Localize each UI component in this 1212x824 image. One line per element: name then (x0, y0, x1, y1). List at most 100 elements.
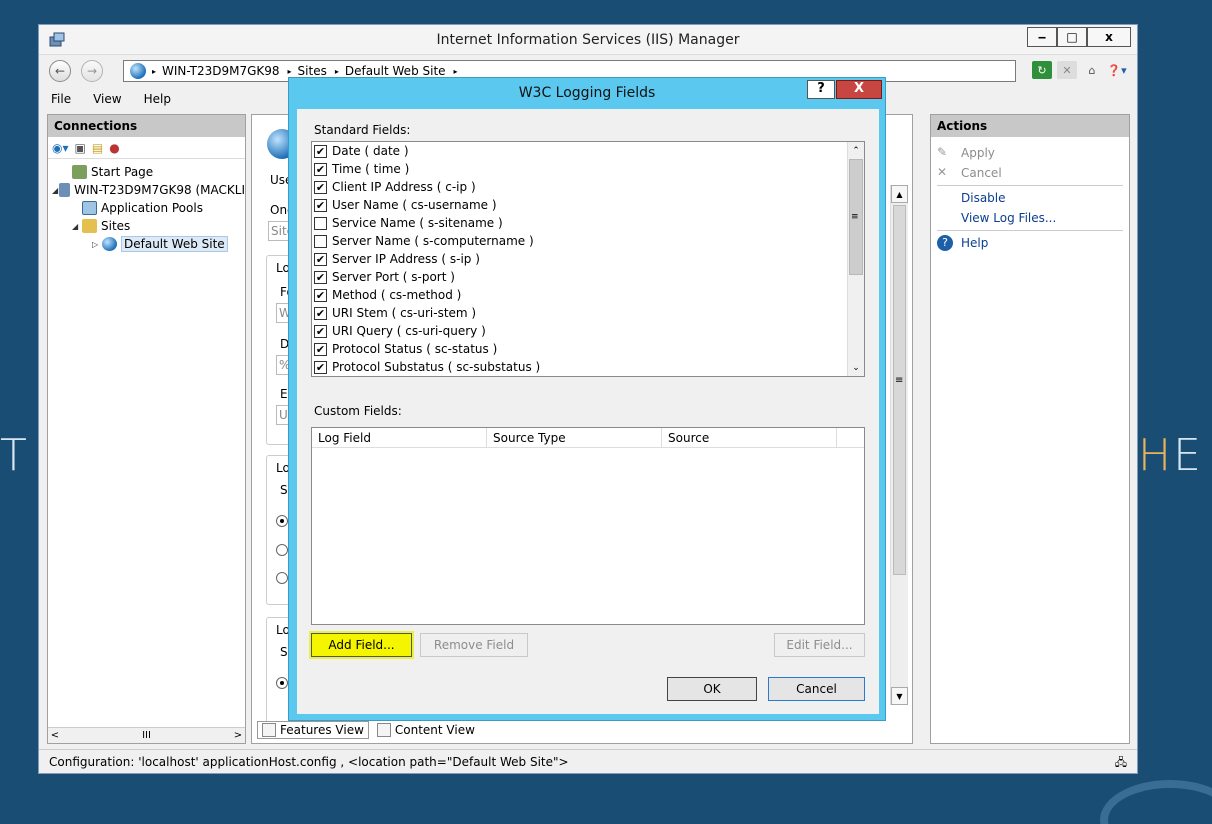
action-apply[interactable]: ✎ Apply (931, 143, 1129, 163)
standard-field-row[interactable]: ✔ Server Port ( s-port ) (312, 268, 864, 286)
fields-vscrollbar[interactable]: ⌃ ≡ ⌄ (847, 142, 864, 376)
collapse-toggle-icon[interactable]: ◢ (72, 222, 82, 231)
field-checkbox[interactable]: ✔ (314, 270, 327, 284)
connections-header: Connections (48, 115, 245, 137)
tree-item-start-page[interactable]: Start Page (48, 163, 245, 181)
tab-label: Features View (280, 723, 364, 737)
tree-item-server[interactable]: ◢ WIN-T23D9M7GK98 (MACKLI (48, 181, 245, 199)
home-icon[interactable]: ⌂ (1082, 61, 1102, 79)
breadcrumb-sites[interactable]: Sites (298, 64, 327, 78)
scroll-thumb[interactable]: III (142, 730, 151, 741)
standard-field-row[interactable]: ✔ Time ( time ) (312, 160, 864, 178)
window-title: Internet Information Services (IIS) Mana… (436, 32, 740, 48)
menu-file[interactable]: File (39, 89, 81, 111)
window-titlebar[interactable]: Internet Information Services (IIS) Mana… (39, 25, 1137, 55)
connections-hscrollbar[interactable]: < III > (48, 727, 245, 743)
disconnect-icon[interactable]: ● (109, 141, 119, 155)
expand-toggle-icon[interactable]: ▷ (92, 240, 102, 249)
ok-button[interactable]: OK (667, 677, 757, 701)
remove-field-button[interactable]: Remove Field (420, 633, 528, 657)
scroll-down-icon[interactable]: ▼ (891, 687, 908, 705)
field-checkbox[interactable] (314, 216, 327, 230)
tab-content-view[interactable]: Content View (373, 721, 479, 739)
field-checkbox[interactable] (314, 234, 327, 248)
standard-field-row[interactable]: Server Name ( s-computername ) (312, 232, 864, 250)
standard-field-row[interactable]: ✔ URI Query ( cs-uri-query ) (312, 322, 864, 340)
scroll-left-icon[interactable]: < (48, 730, 62, 741)
help-dropdown-icon[interactable]: ❓▾ (1107, 61, 1127, 79)
standard-field-row[interactable]: ✔ URI Stem ( cs-uri-stem ) (312, 304, 864, 322)
field-checkbox[interactable]: ✔ (314, 360, 327, 374)
sites-folder-icon (82, 219, 97, 233)
save-icon[interactable]: ▣ (75, 141, 86, 155)
dialog-help-button[interactable]: ? (807, 80, 835, 99)
dialog-titlebar[interactable]: W3C Logging Fields ? X (289, 78, 885, 108)
action-help[interactable]: ? Help (931, 233, 1129, 253)
field-checkbox[interactable]: ✔ (314, 180, 327, 194)
menu-view[interactable]: View (81, 89, 131, 111)
action-view-log-files[interactable]: View Log Files... (931, 208, 1129, 228)
field-checkbox[interactable]: ✔ (314, 288, 327, 302)
view-tabs: Features View Content View (257, 721, 479, 739)
stop-icon[interactable]: ✕ (1057, 61, 1077, 79)
no-rollover-radio[interactable] (276, 572, 288, 584)
breadcrumb-server[interactable]: WIN-T23D9M7GK98 (162, 64, 280, 78)
minimize-button[interactable]: ‒ (1027, 27, 1057, 47)
maximize-button[interactable]: □ (1057, 27, 1087, 47)
scroll-right-icon[interactable]: > (231, 730, 245, 741)
standard-field-row[interactable]: ✔ Method ( cs-method ) (312, 286, 864, 304)
scroll-up-icon[interactable]: ⌃ (848, 142, 864, 159)
log-file-only-radio[interactable] (276, 677, 288, 689)
column-header-source-type[interactable]: Source Type (487, 428, 662, 447)
tab-features-view[interactable]: Features View (257, 721, 369, 739)
feature-vscrollbar[interactable]: ▲ ≡ ▼ (890, 185, 908, 705)
max-size-radio[interactable] (276, 544, 288, 556)
field-checkbox[interactable]: ✔ (314, 306, 327, 320)
collapse-toggle-icon[interactable]: ◢ (52, 186, 59, 195)
start-page-icon (72, 165, 87, 179)
field-checkbox[interactable]: ✔ (314, 144, 327, 158)
field-checkbox[interactable]: ✔ (314, 324, 327, 338)
dialog-close-button[interactable]: X (836, 80, 882, 99)
column-header-log-field[interactable]: Log Field (312, 428, 487, 447)
field-checkbox[interactable]: ✔ (314, 342, 327, 356)
apply-icon: ✎ (937, 145, 948, 159)
add-field-button[interactable]: Add Field... (311, 633, 412, 657)
menu-help[interactable]: Help (132, 89, 181, 111)
connect-icon[interactable]: ◉▾ (52, 141, 69, 155)
back-button[interactable]: ← (49, 60, 71, 82)
action-label: Apply (961, 146, 995, 160)
up-folder-icon[interactable]: ▤ (92, 141, 103, 155)
tree-item-sites[interactable]: ◢ Sites (48, 217, 245, 235)
action-disable[interactable]: Disable (931, 188, 1129, 208)
standard-field-row[interactable]: ✔ Protocol Status ( sc-status ) (312, 340, 864, 358)
scroll-thumb[interactable] (893, 205, 906, 575)
field-label: Service Name ( s-sitename ) (332, 216, 503, 230)
schedule-radio[interactable] (276, 515, 288, 527)
standard-field-row[interactable]: ✔ Server IP Address ( s-ip ) (312, 250, 864, 268)
edit-field-button[interactable]: Edit Field... (774, 633, 865, 657)
field-checkbox[interactable]: ✔ (314, 252, 327, 266)
field-checkbox[interactable]: ✔ (314, 162, 327, 176)
column-header-source[interactable]: Source (662, 428, 837, 447)
tree-item-default-web-site[interactable]: ▷ Default Web Site (48, 235, 245, 253)
cancel-button[interactable]: Cancel (768, 677, 865, 701)
standard-field-row[interactable]: ✔ Protocol Substatus ( sc-substatus ) (312, 358, 864, 376)
help-icon: ? (937, 235, 953, 251)
action-cancel[interactable]: ✕ Cancel (931, 163, 1129, 183)
tree-item-application-pools[interactable]: Application Pools (48, 199, 245, 217)
standard-field-row[interactable]: ✔ Client IP Address ( c-ip ) (312, 178, 864, 196)
network-status-icon: 🖧 (1114, 756, 1127, 769)
standard-field-row[interactable]: Service Name ( s-sitename ) (312, 214, 864, 232)
refresh-icon[interactable]: ↻ (1032, 61, 1052, 79)
field-checkbox[interactable]: ✔ (314, 198, 327, 212)
scroll-down-icon[interactable]: ⌄ (848, 359, 864, 376)
dialog-body: Standard Fields: ✔ Date ( date ) ✔ Time ( t… (297, 109, 879, 714)
custom-fields-table[interactable]: Log Field Source Type Source (311, 427, 865, 625)
breadcrumb-default-web-site[interactable]: Default Web Site (345, 64, 446, 78)
close-window-button[interactable]: x (1087, 27, 1131, 47)
standard-field-row[interactable]: ✔ User Name ( cs-username ) (312, 196, 864, 214)
scroll-up-icon[interactable]: ▲ (891, 185, 908, 203)
standard-field-row[interactable]: ✔ Date ( date ) (312, 142, 864, 160)
forward-button[interactable]: → (81, 60, 103, 82)
